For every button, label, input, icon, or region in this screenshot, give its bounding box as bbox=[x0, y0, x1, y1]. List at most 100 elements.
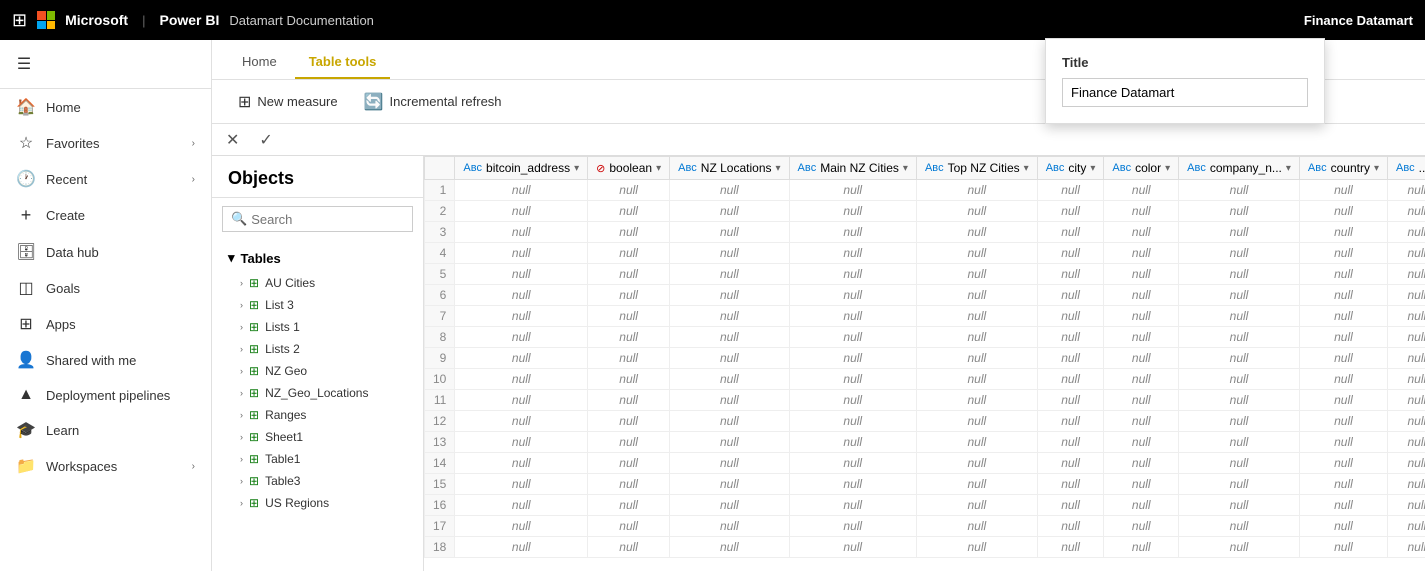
table-row: 14nullnullnullnullnullnullnullnullnullnu… bbox=[425, 453, 1425, 474]
sidebar-item-home[interactable]: 🏠 Home bbox=[0, 89, 211, 125]
search-icon: 🔍 bbox=[231, 211, 247, 227]
filter-icon[interactable]: ▾ bbox=[1286, 163, 1291, 174]
sidebar-item-shared[interactable]: 👤 Shared with me bbox=[0, 342, 211, 378]
table-row: 7nullnullnullnullnullnullnullnullnullnul… bbox=[425, 306, 1425, 327]
col-name: bitcoin_address bbox=[486, 161, 570, 175]
filter-icon[interactable]: ▾ bbox=[574, 163, 579, 174]
hamburger-menu[interactable]: ☰ bbox=[0, 46, 211, 82]
filter-icon[interactable]: ▾ bbox=[656, 163, 661, 174]
cell-null: null bbox=[1299, 201, 1387, 222]
table-list-item[interactable]: ›⊞NZ_Geo_Locations bbox=[212, 382, 423, 404]
filter-icon[interactable]: ▾ bbox=[1374, 163, 1379, 174]
table-area[interactable]: Aʙᴄbitcoin_address▾⊘boolean▾AʙᴄNZ Locati… bbox=[424, 156, 1425, 571]
table-list-item[interactable]: ›⊞Table3 bbox=[212, 470, 423, 492]
filter-icon[interactable]: ▾ bbox=[1090, 163, 1095, 174]
filter-icon[interactable]: ▾ bbox=[776, 163, 781, 174]
incremental-refresh-button[interactable]: 🔄 Incremental refresh bbox=[354, 88, 512, 116]
cell-null: null bbox=[1104, 243, 1179, 264]
cell-null: null bbox=[670, 264, 789, 285]
filter-icon[interactable]: ▾ bbox=[1024, 163, 1029, 174]
sidebar-item-workspaces[interactable]: 📁 Workspaces › bbox=[0, 448, 211, 484]
app-name: Power BI bbox=[159, 12, 219, 28]
text-type-icon: Aʙᴄ bbox=[1046, 162, 1065, 174]
apps-icon: ⊞ bbox=[16, 314, 36, 334]
app-grid-icon[interactable]: ⊞ bbox=[12, 10, 27, 31]
sidebar-item-learn[interactable]: 🎓 Learn bbox=[0, 412, 211, 448]
table-list-item[interactable]: ›⊞Lists 1 bbox=[212, 316, 423, 338]
cell-null: null bbox=[1299, 474, 1387, 495]
column-header-color[interactable]: Aʙᴄcolor▾ bbox=[1104, 157, 1179, 180]
cell-null: null bbox=[1037, 474, 1104, 495]
column-header-nz-locations[interactable]: AʙᴄNZ Locations▾ bbox=[670, 157, 789, 180]
column-header-main-nz-cities[interactable]: AʙᴄMain NZ Cities▾ bbox=[789, 157, 916, 180]
table-item-label: Table1 bbox=[265, 452, 300, 466]
tab-home[interactable]: Home bbox=[228, 46, 291, 79]
column-header-city[interactable]: Aʙᴄcity ▾ bbox=[1037, 157, 1104, 180]
table-list-item[interactable]: ›⊞US Regions bbox=[212, 492, 423, 514]
column-header-...[interactable]: Aʙᴄ...▾ bbox=[1387, 157, 1425, 180]
cell-null: null bbox=[1037, 222, 1104, 243]
cell-null: null bbox=[455, 411, 588, 432]
cell-null: null bbox=[789, 411, 916, 432]
text-type-icon: Aʙᴄ bbox=[1187, 162, 1206, 174]
column-header-bitcoin_address[interactable]: Aʙᴄbitcoin_address▾ bbox=[455, 157, 588, 180]
objects-header: Objects bbox=[212, 156, 423, 198]
filter-icon[interactable]: ▾ bbox=[903, 163, 908, 174]
search-input[interactable] bbox=[251, 212, 427, 227]
chevron-sm-icon: › bbox=[240, 388, 243, 398]
search-box[interactable]: 🔍 bbox=[222, 206, 413, 232]
table-list-item[interactable]: ›⊞Sheet1 bbox=[212, 426, 423, 448]
title-input[interactable] bbox=[1062, 78, 1308, 107]
sidebar-item-apps[interactable]: ⊞ Apps bbox=[0, 306, 211, 342]
table-list-item[interactable]: ›⊞Table1 bbox=[212, 448, 423, 470]
column-header-company_n...[interactable]: Aʙᴄcompany_n...▾ bbox=[1179, 157, 1300, 180]
cell-null: null bbox=[455, 180, 588, 201]
close-formula-button[interactable]: ✕ bbox=[220, 128, 245, 152]
tables-header[interactable]: ▾ Tables bbox=[212, 244, 423, 272]
table-item-label: Table3 bbox=[265, 474, 300, 488]
col-name: boolean bbox=[609, 161, 652, 175]
table-list-item[interactable]: ›⊞NZ Geo bbox=[212, 360, 423, 382]
objects-panel: Objects 🔍 ▾ Tables ›⊞AU Cities›⊞List 3›⊞… bbox=[212, 156, 424, 571]
col-name: city bbox=[1068, 161, 1086, 175]
row-number: 14 bbox=[425, 453, 455, 474]
new-measure-button[interactable]: ⊞ New measure bbox=[228, 88, 348, 116]
sidebar-item-goals[interactable]: ◫ Goals bbox=[0, 270, 211, 306]
table-list-item[interactable]: ›⊞Ranges bbox=[212, 404, 423, 426]
table-list-item[interactable]: ›⊞Lists 2 bbox=[212, 338, 423, 360]
column-header-top-nz-cities[interactable]: AʙᴄTop NZ Cities▾ bbox=[916, 157, 1037, 180]
cell-null: null bbox=[1299, 390, 1387, 411]
table-list-item[interactable]: ›⊞AU Cities bbox=[212, 272, 423, 294]
cell-null: null bbox=[670, 369, 789, 390]
cell-null: null bbox=[789, 222, 916, 243]
sidebar-item-favorites[interactable]: ☆ Favorites › bbox=[0, 125, 211, 161]
table-item-label: Lists 1 bbox=[265, 320, 300, 334]
cell-null: null bbox=[1387, 264, 1425, 285]
table-item-label: NZ Geo bbox=[265, 364, 307, 378]
row-number: 17 bbox=[425, 516, 455, 537]
cell-null: null bbox=[588, 201, 670, 222]
bottom-area: Objects 🔍 ▾ Tables ›⊞AU Cities›⊞List 3›⊞… bbox=[212, 156, 1425, 571]
column-header-boolean[interactable]: ⊘boolean▾ bbox=[588, 157, 670, 180]
cell-null: null bbox=[1037, 537, 1104, 558]
sidebar-item-recent[interactable]: 🕐 Recent › bbox=[0, 161, 211, 197]
chevron-sm-icon: › bbox=[240, 432, 243, 442]
tab-tabletools[interactable]: Table tools bbox=[295, 46, 391, 79]
sidebar-item-create[interactable]: + Create bbox=[0, 197, 211, 234]
table-list-item[interactable]: ›⊞List 3 bbox=[212, 294, 423, 316]
confirm-formula-button[interactable]: ✓ bbox=[253, 128, 278, 152]
cell-null: null bbox=[1387, 243, 1425, 264]
filter-icon[interactable]: ▾ bbox=[1165, 163, 1170, 174]
column-header-country[interactable]: Aʙᴄcountry▾ bbox=[1299, 157, 1387, 180]
row-number: 16 bbox=[425, 495, 455, 516]
table-head: Aʙᴄbitcoin_address▾⊘boolean▾AʙᴄNZ Locati… bbox=[425, 157, 1425, 180]
cell-null: null bbox=[455, 495, 588, 516]
sidebar-item-deployment[interactable]: ▲ Deployment pipelines bbox=[0, 378, 211, 412]
col-name: ... bbox=[1419, 161, 1425, 175]
cell-null: null bbox=[1179, 222, 1300, 243]
top-navigation: ⊞ Microsoft | Power BI Datamart Document… bbox=[0, 0, 1425, 40]
sidebar-item-datahub[interactable]: 🗄 Data hub bbox=[0, 234, 211, 270]
cell-null: null bbox=[1104, 495, 1179, 516]
cell-null: null bbox=[1179, 432, 1300, 453]
cell-null: null bbox=[1299, 495, 1387, 516]
